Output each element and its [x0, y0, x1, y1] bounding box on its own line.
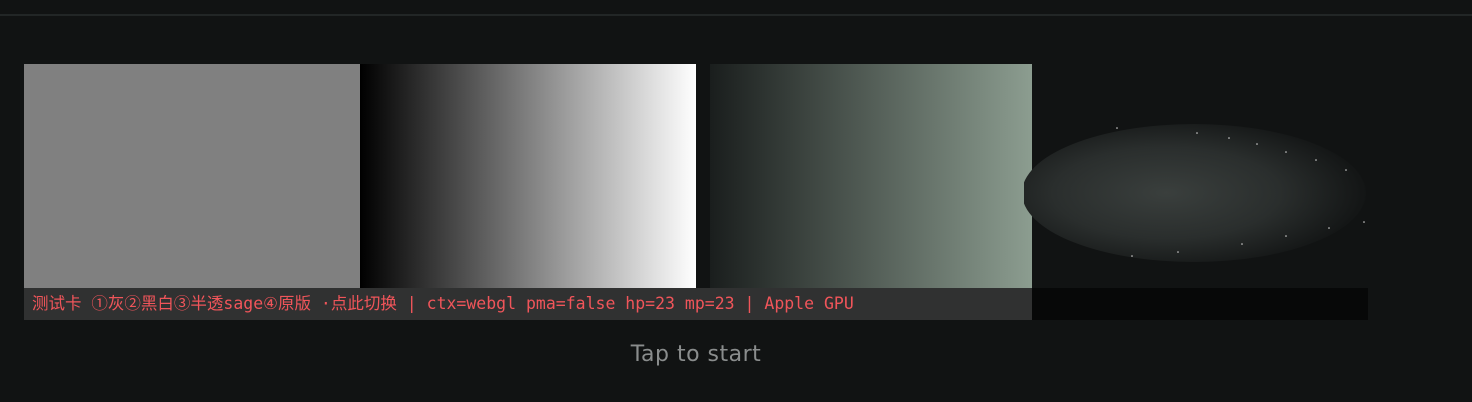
top-divider [0, 14, 1472, 16]
original-glow-panel [1024, 122, 1368, 264]
debug-status-text: 测试卡 ①灰②黑白③半透sage④原版 ·点此切换 | ctx=webgl pm… [32, 294, 854, 313]
gray-panel [24, 64, 360, 288]
test-card[interactable]: 测试卡 ①灰②黑白③半透sage④原版 ·点此切换 | ctx=webgl pm… [24, 64, 1368, 320]
translucent-sage-panel [710, 64, 1032, 288]
black-white-gradient-panel [360, 64, 696, 288]
glow-ellipse-graphic [1024, 124, 1366, 262]
debug-overlay-bar[interactable]: 测试卡 ①灰②黑白③半透sage④原版 ·点此切换 | ctx=webgl pm… [24, 288, 1368, 320]
tap-to-start-prompt[interactable]: Tap to start [0, 342, 1392, 367]
